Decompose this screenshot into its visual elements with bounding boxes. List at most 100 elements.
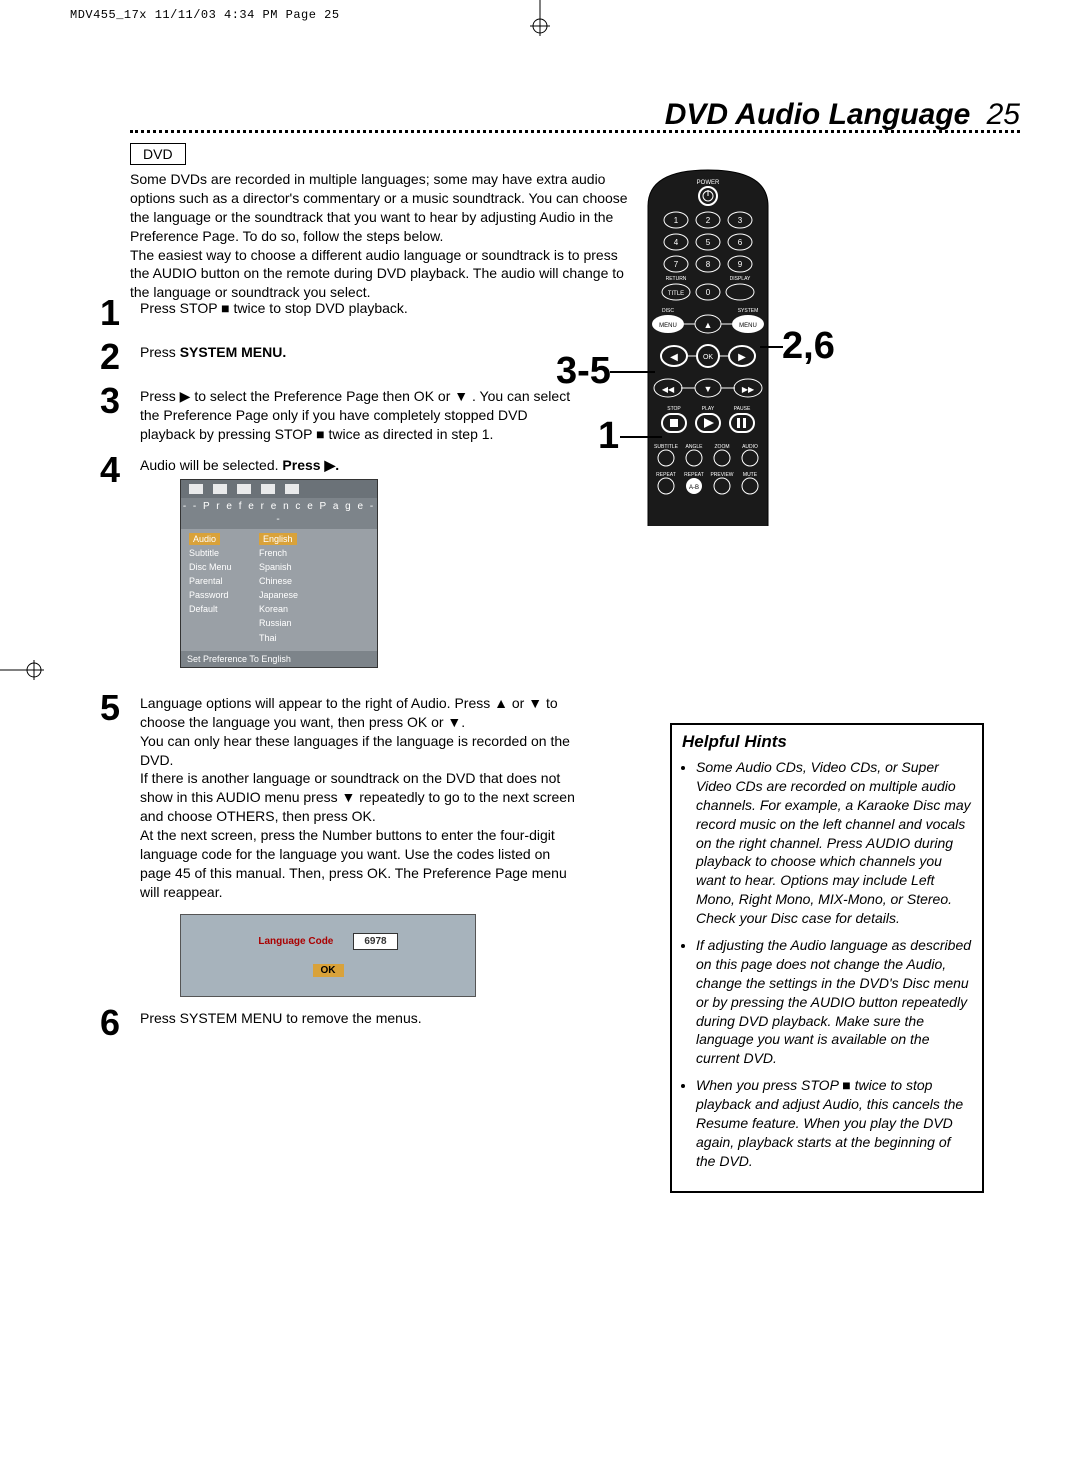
steps-list: 1 Press STOP ■ twice to stop DVD playbac…	[100, 295, 580, 1049]
system-menu-btn[interactable]: MENU	[732, 315, 764, 333]
svg-text:6: 6	[738, 238, 743, 247]
crop-mark-top	[520, 0, 560, 40]
step-num: 3	[100, 383, 140, 444]
svg-text:RETURN: RETURN	[666, 276, 687, 282]
helpful-hints-box: Helpful Hints Some Audio CDs, Video CDs,…	[670, 723, 984, 1193]
pref-lang: Russian	[259, 616, 369, 630]
callout-line	[760, 346, 783, 348]
intro-p2: The easiest way to choose a different au…	[130, 246, 638, 303]
lc-ok: OK	[313, 964, 344, 977]
step-num: 4	[100, 452, 140, 682]
disc-menu-btn[interactable]: MENU	[652, 315, 684, 333]
pref-lang: Thai	[259, 631, 369, 645]
pref-lang: Japanese	[259, 588, 369, 602]
pref-lang: English	[259, 533, 297, 545]
pref-lang: French	[259, 546, 369, 560]
pref-icon	[189, 484, 203, 494]
svg-text:MENU: MENU	[659, 323, 677, 329]
pref-item: Parental	[189, 574, 259, 588]
page-number: 25	[987, 98, 1020, 131]
p: If there is another language or soundtra…	[140, 769, 580, 826]
svg-text:▲: ▲	[704, 320, 713, 330]
svg-text:DISPLAY: DISPLAY	[730, 276, 751, 282]
svg-text:SUBTITLE: SUBTITLE	[654, 444, 679, 450]
svg-text:TITLE: TITLE	[668, 291, 684, 297]
step-body: Press SYSTEM MENU to remove the menus.	[140, 1005, 422, 1041]
hint-item: If adjusting the Audio language as descr…	[696, 936, 972, 1068]
svg-text:PREVIEW: PREVIEW	[710, 472, 733, 478]
svg-text:8: 8	[706, 260, 711, 269]
pref-lang: Chinese	[259, 574, 369, 588]
step-num: 5	[100, 690, 140, 997]
pref-item: Audio	[189, 533, 220, 545]
step-6: 6 Press SYSTEM MENU to remove the menus.	[100, 1005, 580, 1041]
svg-text:MENU: MENU	[739, 323, 757, 329]
step-body: Audio will be selected. Press ▶. - - P r…	[140, 452, 378, 682]
pref-item: Disc Menu	[189, 560, 259, 574]
crop-mark-left	[0, 650, 60, 690]
svg-text:▼: ▼	[704, 384, 713, 394]
p: Language options will appear to the righ…	[140, 694, 580, 732]
remote-illustration: POWER 1 2 3 4 5 6 7 8 9 0 RETURN DISPLAY…	[628, 166, 808, 531]
step-num: 1	[100, 295, 140, 331]
svg-text:DISC: DISC	[662, 308, 674, 314]
svg-text:9: 9	[738, 260, 743, 269]
step-num: 6	[100, 1005, 140, 1041]
pref-right-col: English French Spanish Chinese Japanese …	[259, 532, 369, 645]
bold: Press ▶.	[282, 457, 339, 473]
svg-text:A-B: A-B	[689, 485, 699, 491]
step-1: 1 Press STOP ■ twice to stop DVD playbac…	[100, 295, 580, 331]
power-label: POWER	[697, 180, 720, 186]
p: You can only hear these languages if the…	[140, 732, 580, 770]
pref-icon	[213, 484, 227, 494]
p: At the next screen, press the Number but…	[140, 826, 580, 902]
pref-icons	[181, 480, 377, 498]
step-3: 3 Press ▶ to select the Preference Page …	[100, 383, 580, 444]
hint-item: When you press STOP ■ twice to stop play…	[696, 1076, 972, 1170]
preference-page-screenshot: - - P r e f e r e n c e P a g e - - Audi…	[180, 479, 378, 668]
manual-page: MDV455_17x 11/11/03 4:34 PM Page 25 DVD …	[0, 0, 1080, 1470]
intro-text: Some DVDs are recorded in multiple langu…	[130, 170, 638, 302]
bold: SYSTEM MENU.	[180, 344, 287, 360]
svg-text:SYSTEM: SYSTEM	[738, 308, 759, 314]
step-body: Press ▶ to select the Preference Page th…	[140, 383, 580, 444]
lc-value: 6978	[353, 933, 397, 951]
pref-item: Subtitle	[189, 546, 259, 560]
language-code-screenshot: Language Code 6978 OK	[180, 914, 476, 997]
svg-text:◀: ◀	[670, 352, 678, 363]
svg-text:3: 3	[738, 216, 743, 225]
callout-line	[610, 371, 655, 373]
pref-icon	[237, 484, 251, 494]
step-body: Press STOP ■ twice to stop DVD playback.	[140, 295, 408, 331]
step-body: Language options will appear to the righ…	[140, 690, 580, 997]
svg-text:5: 5	[706, 238, 711, 247]
svg-text:7: 7	[674, 260, 679, 269]
svg-text:◀◀: ◀◀	[662, 385, 675, 394]
print-meta: MDV455_17x 11/11/03 4:34 PM Page 25	[70, 8, 340, 22]
pref-icon	[285, 484, 299, 494]
pref-lang: Spanish	[259, 560, 369, 574]
callout-1: 1	[598, 415, 619, 458]
hints-title: Helpful Hints	[682, 731, 972, 754]
pref-footer: Set Preference To English	[181, 651, 377, 667]
text: Audio will be selected.	[140, 457, 282, 473]
svg-text:4: 4	[674, 238, 679, 247]
pref-title: - - P r e f e r e n c e P a g e - -	[181, 498, 377, 529]
hint-item: Some Audio CDs, Video CDs, or Super Vide…	[696, 758, 972, 928]
step-2: 2 Press SYSTEM MENU.	[100, 339, 580, 375]
repeat-ab-btn[interactable]: A-B	[686, 478, 702, 494]
svg-text:OK: OK	[703, 354, 713, 361]
pref-lang: Korean	[259, 602, 369, 616]
dvd-badge: DVD	[130, 143, 186, 165]
svg-text:REPEAT: REPEAT	[656, 472, 676, 478]
callout-2-6: 2,6	[782, 325, 835, 368]
svg-text:MUTE: MUTE	[743, 472, 758, 478]
step-body: Press SYSTEM MENU.	[140, 339, 286, 375]
svg-text:PLAY: PLAY	[702, 406, 715, 412]
svg-text:0: 0	[706, 288, 711, 297]
svg-text:ZOOM: ZOOM	[715, 444, 730, 450]
step-num: 2	[100, 339, 140, 375]
svg-text:AUDIO: AUDIO	[742, 444, 758, 450]
pref-item: Default	[189, 602, 259, 616]
svg-text:STOP: STOP	[667, 406, 681, 412]
